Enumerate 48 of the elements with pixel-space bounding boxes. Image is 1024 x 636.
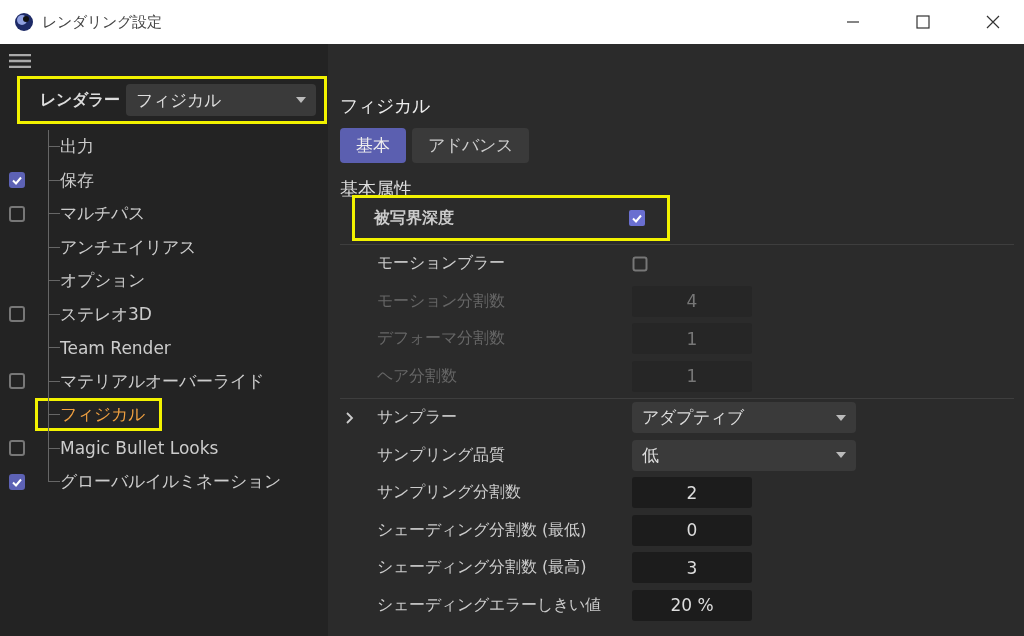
- panel-title: フィジカル: [340, 94, 431, 118]
- number-field[interactable]: 2: [632, 477, 752, 509]
- sidebar-item[interactable]: Team Render: [57, 332, 188, 363]
- sidebar-item[interactable]: マルチパス: [57, 197, 162, 231]
- property-label: ヘア分割数: [377, 365, 458, 387]
- checkbox[interactable]: [9, 373, 25, 390]
- dropdown[interactable]: 低: [632, 439, 856, 471]
- dropdown[interactable]: アダプティブ: [632, 402, 856, 434]
- sidebar-item[interactable]: 出力: [57, 130, 111, 164]
- sidebar-item[interactable]: 保存: [57, 163, 111, 197]
- caret-icon: [296, 97, 306, 103]
- property-label: モーションブラー: [377, 253, 506, 275]
- menu-icon[interactable]: [9, 54, 31, 68]
- sidebar-item[interactable]: ステレオ3D: [57, 297, 169, 331]
- caret-icon: [836, 414, 846, 421]
- checkbox[interactable]: [629, 210, 645, 226]
- sidebar-item[interactable]: グローバルイルミネーション: [57, 465, 298, 499]
- tab[interactable]: アドバンス: [412, 128, 529, 163]
- property-label: サンプリング分割数: [377, 482, 522, 504]
- property-label: サンプラー: [377, 407, 458, 429]
- caret-icon: [836, 452, 846, 459]
- sidebar-item[interactable]: オプション: [57, 264, 162, 298]
- number-field[interactable]: 0: [632, 514, 752, 546]
- renderer-dropdown[interactable]: フィジカル: [126, 84, 316, 116]
- sphere-icon: [14, 12, 34, 32]
- number-field[interactable]: 20 %: [632, 589, 752, 621]
- checkbox[interactable]: [632, 255, 648, 272]
- property-label: シェーディング分割数 (最低): [377, 519, 588, 541]
- close-icon[interactable]: [986, 15, 1000, 29]
- sidebar-item[interactable]: マテリアルオーバーライド: [57, 364, 281, 398]
- property-label: シェーディング分割数 (最高): [377, 557, 588, 579]
- sidebar-item[interactable]: フィジカル: [35, 398, 162, 432]
- sidebar-item[interactable]: アンチエイリアス: [57, 230, 213, 264]
- checkbox[interactable]: [9, 306, 25, 323]
- checkbox[interactable]: [9, 440, 25, 457]
- maximize-icon[interactable]: [916, 15, 930, 29]
- tab[interactable]: 基本: [340, 128, 406, 163]
- renderer-label: レンダラー: [40, 89, 120, 111]
- property-label: サンプリング品質: [377, 444, 506, 466]
- chevron-icon[interactable]: [346, 411, 354, 424]
- property-label: 被写界深度: [374, 207, 455, 229]
- checkbox[interactable]: [9, 205, 25, 222]
- checkbox[interactable]: [9, 172, 25, 189]
- property-label: シェーディングエラーしきい値: [377, 594, 602, 616]
- sidebar-item[interactable]: Magic Bullet Looks: [57, 433, 236, 464]
- checkbox[interactable]: [9, 473, 25, 490]
- number-field[interactable]: 3: [632, 552, 752, 584]
- window-title: レンダリング設定: [42, 12, 162, 32]
